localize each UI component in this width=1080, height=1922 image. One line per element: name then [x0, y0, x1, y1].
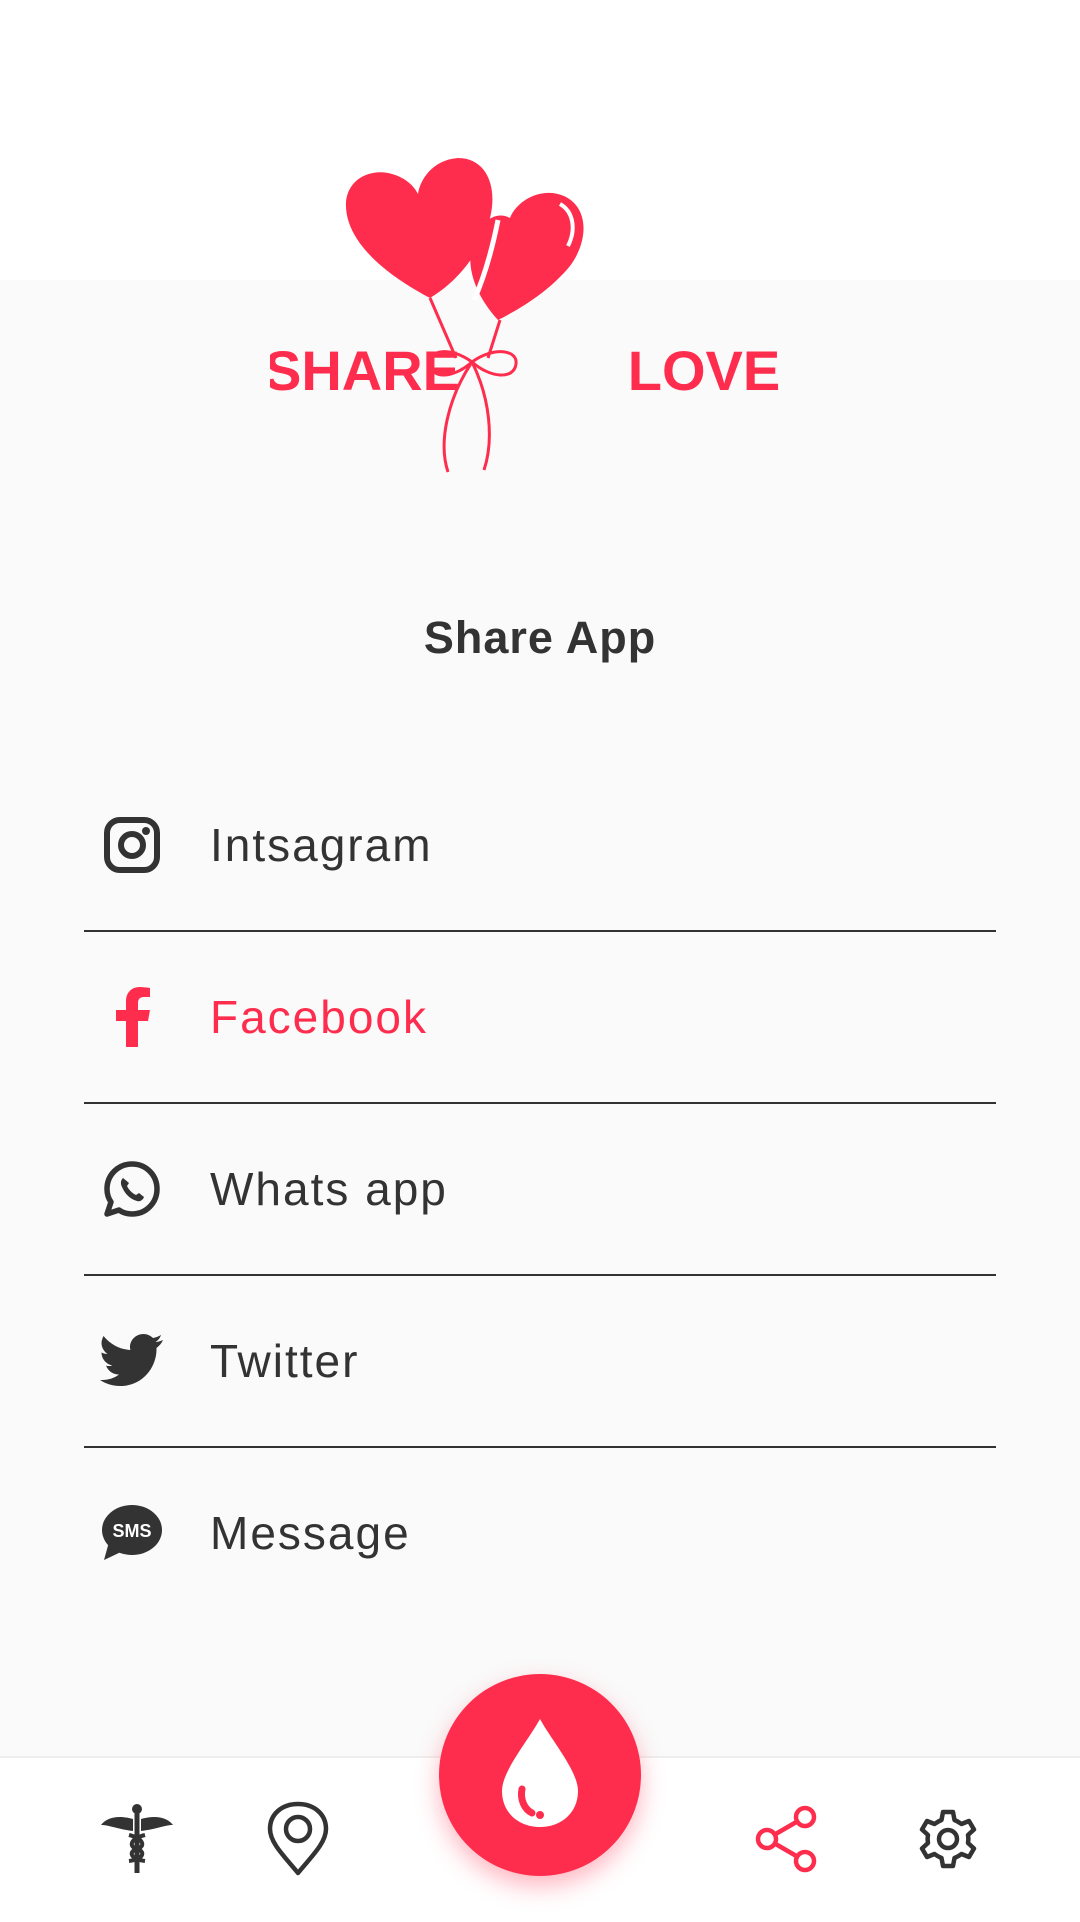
blood-drop-icon	[498, 1715, 582, 1836]
share-icon	[751, 1804, 821, 1879]
share-option-message[interactable]: SMS Message	[84, 1448, 996, 1618]
whatsapp-icon	[100, 1157, 164, 1221]
logo-word-love: LOVE	[628, 339, 780, 402]
share-option-twitter[interactable]: Twitter	[84, 1276, 996, 1448]
share-option-label: Facebook	[210, 991, 429, 1043]
logo-word-share: SHARE	[270, 339, 460, 402]
share-option-whatsapp[interactable]: Whats app	[84, 1104, 996, 1276]
nav-share-button[interactable]	[741, 1796, 831, 1886]
caduceus-icon	[99, 1801, 175, 1882]
share-option-label: Twitter	[210, 1335, 360, 1387]
location-pin-icon	[265, 1801, 331, 1882]
page-title: Share App	[423, 612, 657, 663]
nav-location-button[interactable]	[253, 1796, 343, 1886]
share-option-label: Whats app	[210, 1163, 448, 1215]
gear-icon	[913, 1804, 983, 1879]
share-option-facebook[interactable]: Facebook	[84, 932, 996, 1104]
nav-settings-button[interactable]	[903, 1796, 993, 1886]
sms-icon-text: SMS	[112, 1521, 151, 1541]
share-love-logo: SHARE LOVE	[270, 150, 810, 510]
sms-icon: SMS	[100, 1501, 164, 1565]
instagram-icon	[100, 813, 164, 877]
nav-medical-button[interactable]	[92, 1796, 182, 1886]
share-option-instagram[interactable]: Intsagram	[84, 760, 996, 932]
facebook-icon	[100, 985, 164, 1049]
share-option-label: Intsagram	[210, 819, 433, 871]
share-option-label: Message	[210, 1507, 411, 1559]
donate-blood-fab[interactable]	[439, 1674, 641, 1876]
twitter-icon	[100, 1329, 164, 1393]
share-options-list: Intsagram Facebook Whats app Twitter SMS…	[84, 760, 996, 1618]
